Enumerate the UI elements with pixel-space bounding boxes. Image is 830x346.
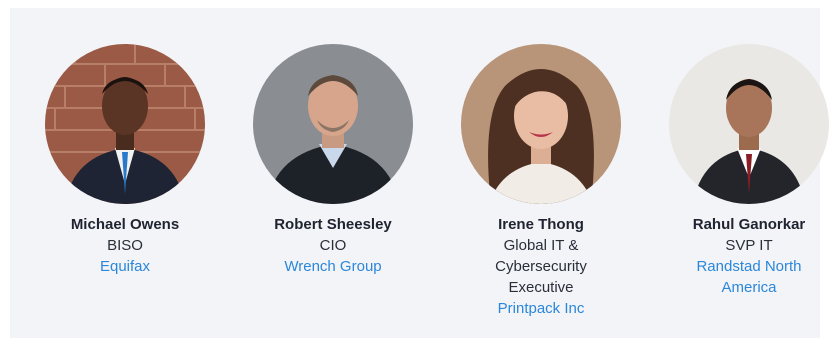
speaker-card-irene-thong: Irene Thong Global IT & Cybersecurity Ex… (446, 44, 636, 319)
speaker-photo (461, 44, 621, 204)
speaker-name: Irene Thong (498, 216, 584, 233)
speaker-title: CIO (319, 237, 347, 254)
speaker-title: SVP IT (725, 237, 773, 254)
speaker-title: BISO (107, 237, 143, 254)
speaker-name: Robert Sheesley (274, 216, 392, 233)
speaker-title: Global IT & Cybersecurity Executive (495, 237, 587, 296)
speaker-company-link[interactable]: Wrench Group (258, 256, 408, 277)
speaker-card-robert-sheesley: Robert Sheesley CIO Wrench Group (238, 44, 428, 277)
speaker-photo (669, 44, 829, 204)
speaker-company-link[interactable]: Equifax (50, 256, 200, 277)
speaker-company-link[interactable]: Randstad North America (674, 256, 824, 298)
speaker-name: Michael Owens (70, 216, 180, 233)
speaker-photo (45, 44, 205, 204)
speakers-panel: Michael Owens BISO Equifax Robert Sheesl… (10, 8, 829, 338)
speaker-card-rahul-ganorkar: Rahul Ganorkar SVP IT Randstad North Ame… (654, 44, 830, 298)
speaker-card-michael-owens: Michael Owens BISO Equifax (30, 44, 220, 277)
speaker-photo (253, 44, 413, 204)
speaker-name: Rahul Ganorkar (692, 216, 806, 233)
speaker-company-link[interactable]: Printpack Inc (466, 298, 616, 319)
